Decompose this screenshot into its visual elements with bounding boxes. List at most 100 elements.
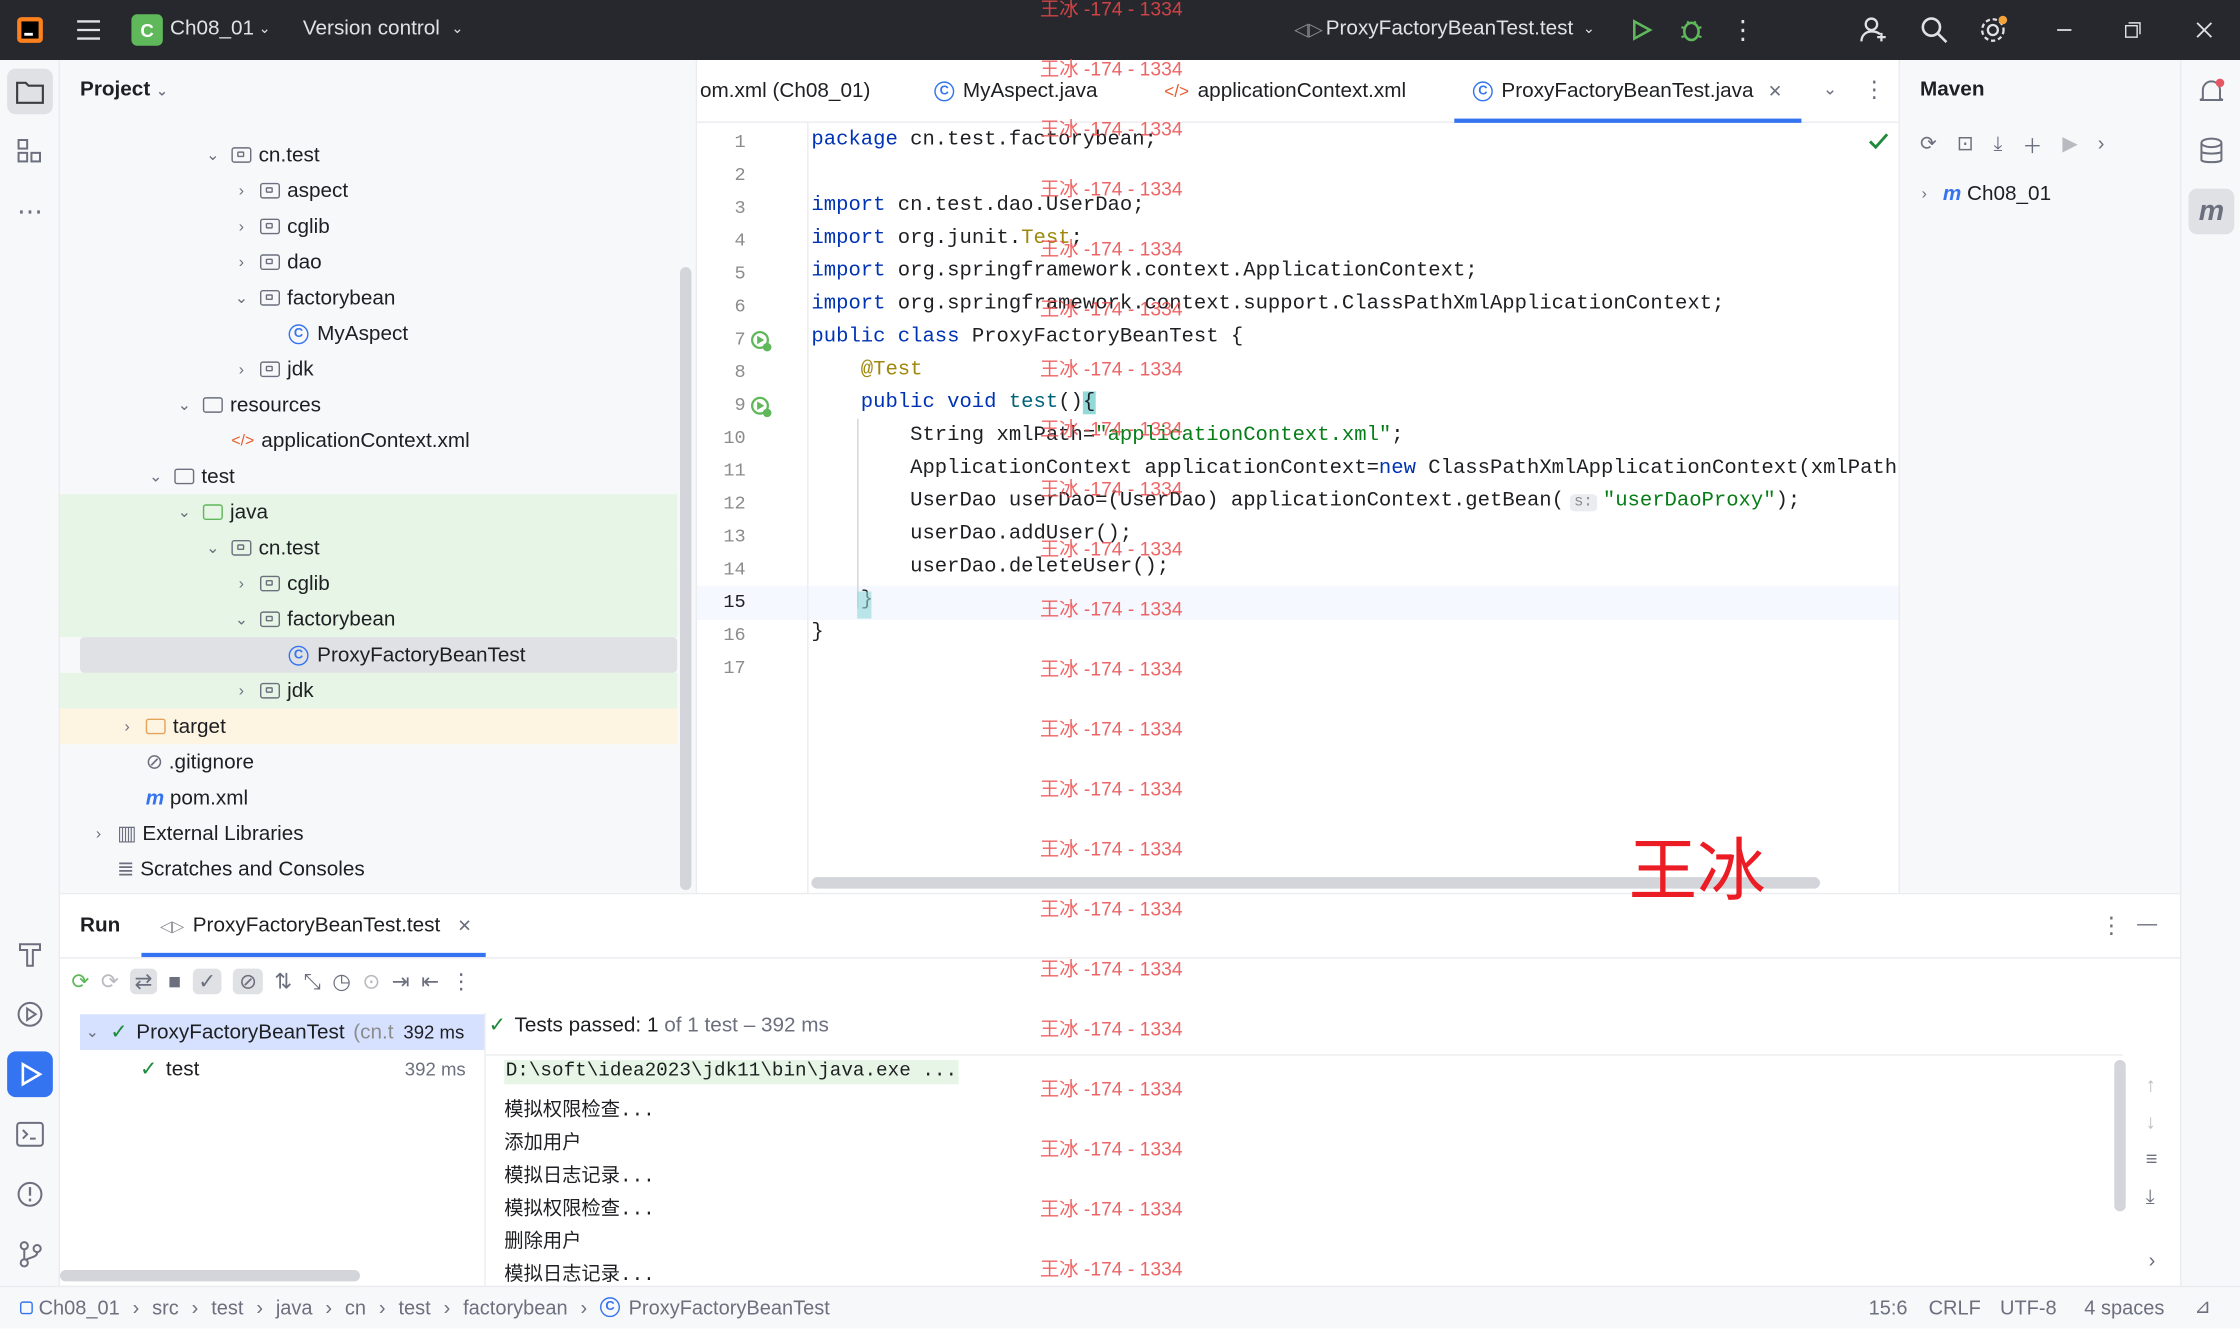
run-test-gutter-icon[interactable] [750, 396, 773, 423]
sort-icon[interactable]: ⇅ [274, 969, 292, 994]
run-configuration-selector[interactable]: ProxyFactoryBeanTest.test [1326, 17, 1574, 40]
project-name[interactable]: Ch08_01 [170, 17, 254, 40]
tree-item[interactable]: ⊘ .gitignore [60, 744, 677, 780]
run-more-icon[interactable]: ⋮ [2100, 911, 2123, 940]
notifications-bell-icon[interactable] [2189, 69, 2235, 115]
tree-item[interactable]: ⌄ cn.test [59, 529, 678, 566]
chevron-right-icon[interactable]: › [2098, 131, 2105, 160]
maven-tool-icon[interactable]: m [2188, 188, 2235, 235]
line-number[interactable]: 16 [697, 624, 745, 645]
minimize-icon[interactable] [2049, 14, 2080, 45]
toggle-auto-test-icon[interactable]: ⇄ [130, 968, 157, 995]
test-tree-node[interactable]: ✓ test 392 ms [140, 1051, 466, 1087]
chevron-right-icon[interactable]: › [231, 574, 251, 594]
chevron-right-icon[interactable]: › [231, 359, 251, 379]
code-line-10[interactable]: String xmlPath="applicationContext.xml"; [811, 424, 1404, 447]
chevron-down-icon[interactable]: ⌄ [203, 538, 223, 558]
tree-item[interactable]: ⌄ factorybean [59, 601, 678, 638]
tab-proxyfactorybeantest[interactable]: C ProxyFactoryBeanTest.java ✕ [1472, 80, 1782, 103]
main-menu-icon[interactable] [74, 16, 103, 45]
code-line-12[interactable]: UserDao userDao=(UserDao) applicationCon… [811, 490, 1800, 513]
chevron-right-icon[interactable]: › [231, 216, 251, 236]
tree-item[interactable]: ≣ Scratches and Consoles [60, 851, 677, 887]
line-number[interactable]: 2 [697, 164, 746, 185]
chevron-right-icon[interactable]: › [231, 681, 251, 701]
panel-title[interactable]: Project ⌄ [80, 79, 168, 102]
run-maven-icon[interactable]: ▶ [2062, 131, 2077, 160]
close-tab-icon[interactable]: ✕ [1768, 81, 1782, 101]
line-ending[interactable]: CRLF [1929, 1296, 1981, 1319]
stop-icon[interactable]: ■ [168, 969, 181, 993]
close-window-icon[interactable] [2189, 14, 2220, 45]
code-line-5[interactable]: import org.springframework.context.Appli… [811, 260, 1477, 283]
line-number[interactable]: 3 [697, 197, 746, 218]
database-icon[interactable] [2189, 129, 2235, 175]
tree-item[interactable]: › cglib [59, 565, 678, 602]
tree-item[interactable]: › jdk [60, 351, 677, 387]
code-line-3[interactable]: import cn.test.dao.UserDao; [811, 194, 1144, 217]
chevron-right-icon[interactable]: › [2149, 1249, 2156, 1272]
line-number[interactable]: 6 [697, 296, 746, 317]
code-line-9[interactable]: public void test(){ [811, 391, 1096, 415]
chevron-down-icon[interactable]: ⌄ [174, 395, 194, 415]
line-number[interactable]: 15 [697, 591, 745, 612]
rerun-failed-icon[interactable]: ⟳ [101, 969, 119, 994]
project-tool-icon[interactable] [7, 68, 53, 115]
structure-tool-icon[interactable] [7, 129, 53, 175]
show-ignored-icon[interactable]: ⊘ [233, 968, 263, 995]
import-icon[interactable]: ⇤ [421, 969, 439, 994]
chevron-right-icon[interactable]: › [231, 252, 251, 272]
file-encoding[interactable]: UTF-8 [2000, 1296, 2057, 1319]
chevron-down-icon[interactable]: ⌄ [231, 609, 251, 629]
code-line-4[interactable]: import org.junit.Test; [811, 227, 1082, 250]
caret-position[interactable]: 15:6 [1869, 1296, 1908, 1319]
code-line-11[interactable]: ApplicationContext applicationContext=ne… [811, 457, 1922, 480]
run-class-gutter-icon[interactable] [750, 330, 773, 357]
tree-item[interactable]: ⌄ factorybean [60, 280, 677, 316]
soft-wrap-icon[interactable]: ≡ [2146, 1147, 2158, 1170]
breadcrumb-item[interactable]: java [276, 1296, 313, 1319]
code-line-7[interactable]: public class ProxyFactoryBeanTest { [811, 326, 1243, 349]
tree-item[interactable]: ⌄ cn.test [60, 137, 677, 173]
version-control-menu[interactable]: Version control [303, 17, 440, 40]
breadcrumb-item[interactable]: ProxyFactoryBeanTest [629, 1296, 830, 1319]
tree-hscrollbar[interactable] [59, 1269, 360, 1282]
line-number[interactable]: 5 [697, 263, 746, 284]
tree-item[interactable]: › dao [60, 244, 677, 280]
line-number[interactable]: 1 [697, 131, 746, 152]
toolbar-more-icon[interactable]: ⋮ [451, 969, 472, 994]
line-number[interactable]: 7 [697, 329, 746, 350]
code-line-1[interactable]: package cn.test.factorybean; [811, 129, 1156, 152]
scroll-to-end-icon[interactable]: ⤓ [2146, 1184, 2158, 1208]
run-tool-icon[interactable] [7, 1051, 53, 1098]
more-actions-icon[interactable]: ⋮ [1729, 14, 1758, 45]
code-line-13[interactable]: userDao.addUser(); [811, 523, 1132, 546]
download-icon[interactable]: ⤓ [1994, 131, 2003, 160]
code-line-14[interactable]: userDao.deleteUser(); [811, 556, 1169, 579]
show-passed-icon[interactable]: ✓ [192, 968, 222, 995]
settings-gear-icon[interactable] [1977, 14, 2011, 45]
tree-item[interactable]: › aspect [60, 173, 677, 209]
build-hammer-icon[interactable] [7, 931, 53, 977]
tree-item[interactable]: C ProxyFactoryBeanTest [79, 637, 678, 673]
chevron-down-icon[interactable]: ⌄ [203, 145, 223, 165]
chevron-down-icon[interactable]: ⌄ [231, 288, 251, 308]
line-number[interactable]: 12 [697, 493, 745, 514]
line-number[interactable]: 17 [697, 657, 745, 678]
more-tools-icon[interactable]: ⋯ [7, 189, 53, 235]
tab-list-chevron-icon[interactable]: ⌄ [1823, 79, 1837, 99]
open-folder-icon[interactable]: ⊡ [1957, 131, 1974, 160]
up-arrow-icon[interactable]: ↑ [2146, 1073, 2158, 1096]
tree-item[interactable]: ⌄ test [60, 459, 677, 495]
reload-icon[interactable]: ⟳ [1920, 131, 1937, 160]
history-clock-icon[interactable]: ◷ [332, 969, 351, 994]
breadcrumb-item[interactable]: cn [345, 1296, 366, 1319]
line-number[interactable]: 14 [697, 559, 745, 580]
run-tab[interactable]: ◁▷ ProxyFactoryBeanTest.test ✕ [160, 914, 472, 937]
readonly-lock-icon[interactable]: ⊿ [2194, 1294, 2211, 1318]
collapse-icon[interactable]: ⤡ [304, 969, 321, 993]
run-icon[interactable] [1626, 14, 1657, 45]
tab-myaspect[interactable]: C MyAspect.java [934, 80, 1098, 103]
tree-item[interactable]: </> applicationContext.xml [60, 423, 677, 459]
line-number[interactable]: 4 [697, 230, 746, 251]
